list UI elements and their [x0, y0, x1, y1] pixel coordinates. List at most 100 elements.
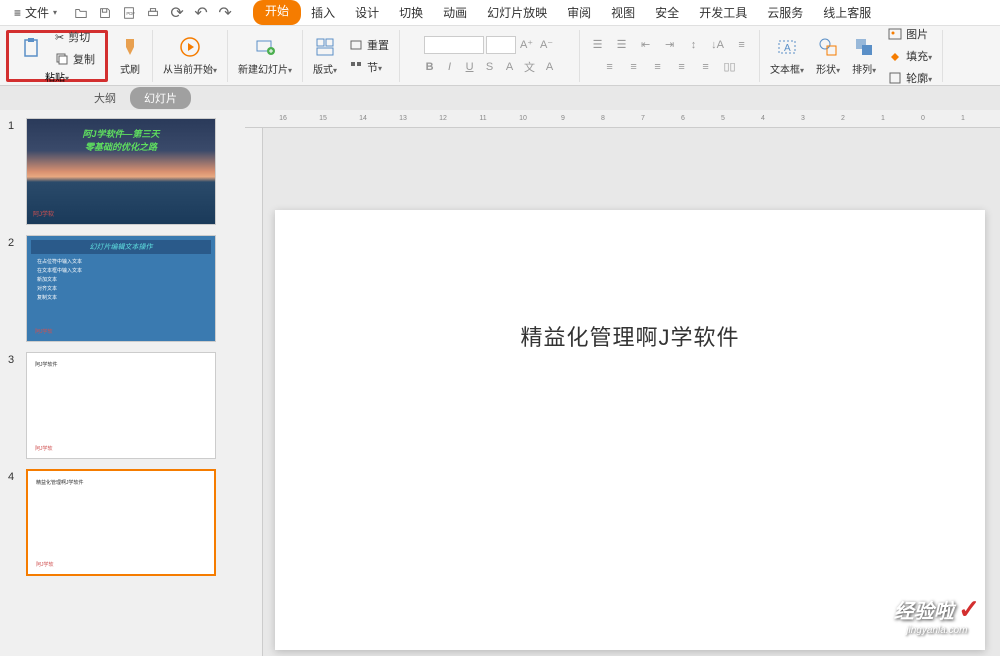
outline-button[interactable]: 轮廓▾	[884, 68, 936, 88]
copy-label: 复制	[73, 51, 95, 67]
tab-devtools[interactable]: 开发工具	[689, 0, 757, 25]
highlight-button[interactable]: 文	[521, 58, 539, 76]
arrange-icon	[852, 35, 876, 59]
thumbnail-1[interactable]: 1 阿J学软件—第三天 零基础的优化之路 阿J学软	[8, 118, 237, 225]
tab-slideshow[interactable]: 幻灯片放映	[477, 0, 557, 25]
layout-group: 版式▾ 重置 节▾	[303, 30, 400, 82]
fill-label: 填充▾	[906, 48, 932, 64]
tab-insert[interactable]: 插入	[301, 0, 345, 25]
justify-icon[interactable]: ≡	[673, 58, 691, 76]
from-current-button[interactable]: 从当前开始▾	[159, 33, 221, 78]
watermark-text: 经验啦	[894, 601, 954, 623]
print-icon[interactable]	[145, 5, 161, 21]
font-name-input[interactable]	[424, 36, 484, 54]
thumb4-sub: 阿J学软	[36, 561, 54, 568]
bold-button[interactable]: B	[421, 58, 439, 76]
file-label: 文件	[25, 4, 49, 21]
line-spacing-icon[interactable]: ↕	[685, 36, 703, 54]
numbering-icon[interactable]: ☰	[613, 36, 631, 54]
align-text-icon[interactable]: ≡	[733, 36, 751, 54]
slide-canvas[interactable]: 精益化管理啊J学软件	[275, 210, 985, 650]
arrange-button[interactable]: 排列▾	[848, 33, 880, 78]
bullets-icon[interactable]: ☰	[589, 36, 607, 54]
thumb-number: 1	[8, 118, 26, 225]
fill-icon	[888, 49, 902, 63]
thumbnail-panel: 1 阿J学软件—第三天 零基础的优化之路 阿J学软 2 幻灯片编辑文本操作 在占…	[0, 110, 245, 656]
outline-tab[interactable]: 大纲	[80, 87, 130, 109]
strikethrough-button[interactable]: S	[481, 58, 499, 76]
format-painter-button[interactable]: 式刷	[114, 33, 146, 78]
check-icon: ✓	[958, 594, 980, 624]
distribute-icon[interactable]: ≡	[697, 58, 715, 76]
align-center-icon[interactable]: ≡	[625, 58, 643, 76]
redo-icon[interactable]: ↷	[217, 5, 233, 21]
font-group: A⁺ A⁻ B I U S A 文 A	[400, 30, 580, 82]
layout-button[interactable]: 版式▾	[309, 33, 341, 78]
picture-button[interactable]: 图片	[884, 24, 936, 44]
underline-button[interactable]: U	[461, 58, 479, 76]
paste-button[interactable]	[15, 34, 47, 62]
reset-button[interactable]: 重置	[345, 35, 393, 55]
refresh-icon[interactable]: ⟳	[169, 5, 185, 21]
outline-icon	[888, 71, 902, 85]
caret-down-icon: ▾	[53, 8, 57, 17]
fill-button[interactable]: 填充▾	[884, 46, 936, 66]
section-label: 节▾	[367, 59, 382, 75]
thumb2-sub: 阿J学软	[35, 328, 53, 335]
tab-design[interactable]: 设计	[345, 0, 389, 25]
watermark-url: jingyanla.com	[894, 625, 980, 636]
columns-icon[interactable]: ▯▯	[721, 58, 739, 76]
svg-text:A: A	[784, 43, 791, 54]
tab-transition[interactable]: 切换	[389, 0, 433, 25]
vertical-ruler	[245, 128, 263, 656]
arrange-label: 排列▾	[852, 61, 876, 76]
section-button[interactable]: 节▾	[345, 57, 393, 77]
align-right-icon[interactable]: ≡	[649, 58, 667, 76]
pdf-icon[interactable]: PDF	[121, 5, 137, 21]
slides-tab[interactable]: 幻灯片	[130, 87, 191, 109]
tab-animation[interactable]: 动画	[433, 0, 477, 25]
quick-access-toolbar: PDF ⟳ ↶ ↷	[73, 5, 233, 21]
clipboard-group: ✂ 剪切 复制 粘贴▾	[6, 30, 108, 82]
watermark: 经验啦 ✓ jingyanla.com	[894, 594, 980, 636]
thumbnail-4[interactable]: 4 精益化管理啊J学软件 阿J学软	[8, 469, 237, 576]
font-color-button[interactable]: A	[501, 58, 519, 76]
font-size-input[interactable]	[486, 36, 516, 54]
paragraph-group: ☰ ☰ ⇤ ⇥ ↕ ↓A ≡ ≡ ≡ ≡ ≡ ≡ ▯▯	[580, 30, 760, 82]
indent-right-icon[interactable]: ⇥	[661, 36, 679, 54]
picture-icon	[888, 27, 902, 41]
undo-icon[interactable]: ↶	[193, 5, 209, 21]
align-left-icon[interactable]: ≡	[601, 58, 619, 76]
tab-security[interactable]: 安全	[645, 0, 689, 25]
file-menu[interactable]: ≡ 文件 ▾	[8, 2, 63, 23]
shapes-button[interactable]: 形状▾	[812, 33, 844, 78]
thumb1-title1: 阿J学软件—第三天	[27, 127, 215, 140]
new-slide-button[interactable]: 新建幻灯片▾	[234, 33, 296, 78]
thumbnail-3[interactable]: 3 阿J学软件 阿J学软	[8, 352, 237, 459]
italic-button[interactable]: I	[441, 58, 459, 76]
cut-label: 剪切	[68, 29, 90, 45]
text-direction-icon[interactable]: ↓A	[709, 36, 727, 54]
thumbnail-2[interactable]: 2 幻灯片编辑文本操作 在占位符中输入文本 在文本框中输入文本 新加文本 对齐文…	[8, 235, 237, 342]
textbox-button[interactable]: A 文本框▾	[766, 33, 808, 78]
thumb1-sub: 阿J学软	[33, 209, 54, 218]
increase-font-icon[interactable]: A⁺	[518, 36, 536, 54]
save-icon[interactable]	[97, 5, 113, 21]
tab-review[interactable]: 审阅	[557, 0, 601, 25]
tab-home[interactable]: 开始	[253, 0, 301, 25]
tab-support[interactable]: 线上客服	[813, 0, 881, 25]
clear-format-button[interactable]: A	[541, 58, 559, 76]
open-icon[interactable]	[73, 5, 89, 21]
cut-button[interactable]: ✂ 剪切	[51, 27, 99, 47]
slide-title[interactable]: 精益化管理啊J学软件	[520, 320, 739, 352]
hamburger-icon: ≡	[14, 6, 21, 20]
tab-cloud[interactable]: 云服务	[757, 0, 813, 25]
layout-icon	[313, 35, 337, 59]
new-slide-label: 新建幻灯片▾	[238, 61, 292, 76]
copy-button[interactable]: 复制	[51, 49, 99, 69]
decrease-font-icon[interactable]: A⁻	[538, 36, 556, 54]
section-icon	[349, 60, 363, 74]
tab-view[interactable]: 视图	[601, 0, 645, 25]
indent-left-icon[interactable]: ⇤	[637, 36, 655, 54]
canvas-area: 16 15 14 13 12 11 10 9 8 7 6 5 4 3 2 1 0…	[245, 110, 1000, 656]
